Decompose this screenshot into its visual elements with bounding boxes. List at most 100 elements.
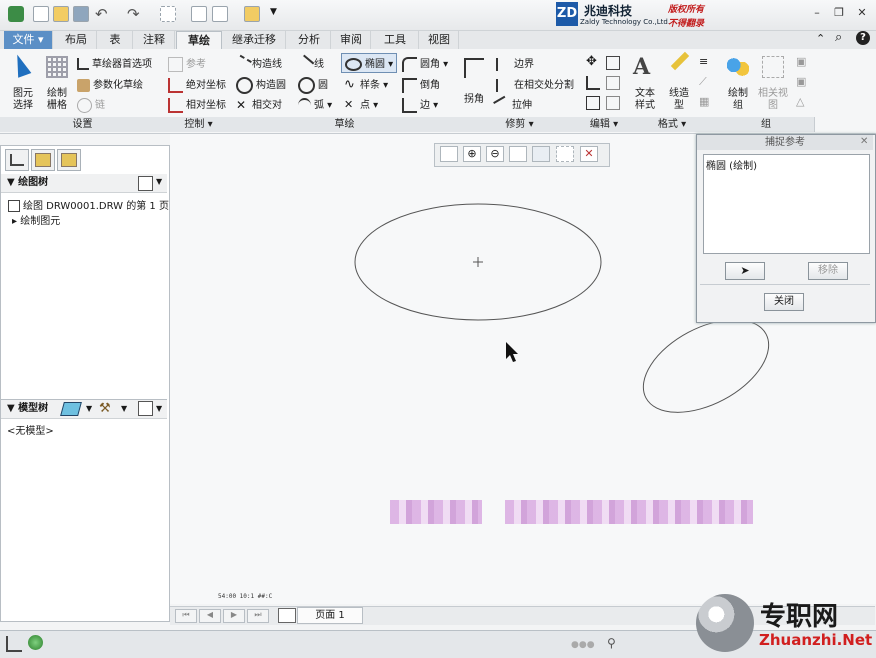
chain-button[interactable]: 链 (77, 96, 105, 113)
regenerate-icon[interactable] (160, 6, 176, 22)
draw-group-button[interactable]: 绘制 组 (722, 88, 754, 112)
close-icon[interactable]: ✕ (855, 6, 869, 20)
group-small-icon-2[interactable]: ▣ (796, 75, 806, 88)
ellipse-button[interactable]: 椭圆 ▾ (341, 53, 398, 73)
navigator-toggle-icon[interactable] (6, 636, 22, 652)
customize-qa-icon[interactable]: ▼ (270, 7, 277, 17)
point-button[interactable]: ✕ 点 ▾ (344, 96, 378, 112)
format-small-icon-3[interactable]: ▦ (699, 95, 709, 108)
relative-coords-button[interactable]: 相对坐标 (168, 96, 226, 113)
translate-icon[interactable] (606, 96, 620, 110)
close-window-icon[interactable] (212, 6, 228, 22)
drawing-tree-item[interactable]: 绘图 DRW0001.DRW 的第 1 页 (8, 197, 169, 212)
tab-table[interactable]: 表 (98, 31, 133, 49)
last-page-icon[interactable]: ⏭ (247, 609, 269, 623)
rotate-icon[interactable] (586, 76, 600, 90)
close-dialog-button[interactable]: 关闭 (764, 293, 804, 311)
new-page-icon[interactable] (278, 608, 296, 623)
format-small-icon-1[interactable]: ≡ (699, 55, 708, 68)
model-tree-menu-icon[interactable]: ▼ (156, 404, 162, 413)
open-icon[interactable] (53, 6, 69, 22)
fillet-button[interactable]: 圆角 ▾ (402, 55, 448, 72)
sketcher-prefs-button[interactable]: 草绘器首选项 (77, 55, 152, 70)
group-format[interactable]: 格式 ▾ (626, 117, 719, 132)
group-small-icon-3[interactable]: △ (796, 95, 804, 108)
page-tab[interactable]: 页面 1 (297, 607, 363, 624)
browser-toggle-icon[interactable] (28, 635, 43, 650)
line-button[interactable]: 线 (294, 54, 324, 74)
construction-line-button[interactable]: 构造线 (233, 54, 282, 74)
select-reference-button[interactable]: ➤ (725, 262, 765, 280)
new-icon[interactable] (33, 6, 49, 22)
circle-button[interactable]: 圆 (298, 76, 328, 94)
drawing-tree-settings-icon[interactable] (138, 176, 153, 191)
draw-entities-node[interactable]: ▸ 绘制图元 (12, 212, 60, 227)
arc-button[interactable]: 弧 ▾ (298, 96, 332, 113)
select-entity-button[interactable]: 图元 选择 (8, 88, 38, 112)
next-page-icon[interactable]: ▶ (223, 609, 245, 623)
mirror-icon[interactable] (586, 96, 600, 110)
group-sketch[interactable]: 草绘 (232, 117, 458, 132)
tab-view[interactable]: 视图 (420, 31, 459, 49)
minimize-icon[interactable]: – (810, 6, 824, 20)
drawing-tree-menu-icon[interactable]: ▼ (156, 177, 162, 186)
tab-tree-nav[interactable] (5, 149, 29, 171)
edge-button[interactable]: 边 ▾ (402, 96, 438, 113)
maximize-icon[interactable]: ❐ (832, 6, 846, 20)
tab-layers-nav[interactable] (31, 149, 55, 171)
divide-button[interactable]: 在相交处分割 (496, 76, 574, 92)
chamfer-button[interactable]: 倒角 (402, 76, 440, 93)
corner-button[interactable]: 拐角 (464, 90, 484, 105)
model-tree-show-icon[interactable] (60, 402, 82, 416)
group-trim[interactable]: 修剪 ▾ (457, 117, 583, 132)
stretch-button[interactable]: 拉伸 (493, 95, 532, 115)
format-small-icon-2[interactable]: ⟋ (699, 75, 707, 89)
tab-layout[interactable]: 布局 (56, 31, 97, 49)
tab-annotate[interactable]: 注释 (134, 31, 175, 49)
group-control[interactable]: 控制 ▾ (165, 117, 233, 132)
group-setup[interactable]: 设置 (0, 117, 166, 132)
group-edit[interactable]: 编辑 ▾ (582, 117, 627, 132)
undo-icon[interactable]: ↶ (95, 5, 108, 23)
tab-favorites-nav[interactable] (57, 149, 81, 171)
save-icon[interactable] (73, 6, 89, 22)
group-small-icon-1[interactable]: ▣ (796, 55, 806, 68)
absolute-coords-button[interactable]: 绝对坐标 (168, 76, 226, 93)
first-page-icon[interactable]: ⏮ (175, 609, 197, 623)
group-group[interactable]: 组 (718, 117, 815, 132)
model-tree-show-menu-icon[interactable]: ▼ (86, 404, 92, 413)
windows-icon[interactable] (191, 6, 207, 22)
boundary-button[interactable]: 边界 (496, 55, 534, 71)
tab-file[interactable]: 文件 ▾ (4, 31, 53, 49)
scale-icon[interactable] (606, 76, 620, 90)
related-view-button[interactable]: 相关视 图 (756, 88, 790, 112)
model-tree-settings-menu-icon[interactable]: ▼ (121, 404, 127, 413)
tab-analysis[interactable]: 分析 (288, 31, 331, 49)
select-box-icon[interactable] (606, 56, 620, 70)
help-icon[interactable]: ? (856, 31, 870, 45)
move-icon[interactable]: ✥ (586, 54, 597, 69)
reference-button[interactable]: 参考 (168, 55, 206, 72)
redo-icon[interactable]: ↷ (127, 5, 140, 23)
prev-page-icon[interactable]: ◀ (199, 609, 221, 623)
param-sketch-button[interactable]: 参数化草绘 (77, 76, 143, 92)
reference-list-item[interactable]: 椭圆 (绘制) (706, 157, 757, 172)
spline-button[interactable]: ∿ 样条 ▾ (344, 76, 388, 92)
text-style-button[interactable]: 文本 样式 (630, 88, 660, 112)
remove-button[interactable]: 移除 (808, 262, 848, 280)
line-style-button[interactable]: 线造 型 (664, 88, 694, 112)
dialog-close-icon[interactable]: ✕ (860, 136, 868, 147)
model-tree-settings-icon[interactable]: ⚒ (99, 401, 111, 416)
tab-sketch[interactable]: 草绘 (176, 31, 222, 51)
tab-review[interactable]: 审阅 (332, 31, 371, 49)
model-tree-list-icon[interactable] (138, 401, 153, 416)
folder-icon[interactable] (244, 6, 260, 22)
construction-circle-button[interactable]: 构造圆 (236, 76, 286, 94)
search-icon[interactable]: ⌕ (835, 30, 842, 45)
minimize-ribbon-icon[interactable]: ⌃ (816, 32, 825, 45)
find-icon[interactable]: ⚲ (607, 636, 616, 650)
tab-legacy-migration[interactable]: 继承迁移 (223, 31, 286, 49)
intersect-pair-button[interactable]: ✕ 相交对 (236, 96, 282, 112)
tab-tools[interactable]: 工具 (372, 31, 419, 49)
draw-grid-button[interactable]: 绘制 栅格 (42, 88, 72, 112)
